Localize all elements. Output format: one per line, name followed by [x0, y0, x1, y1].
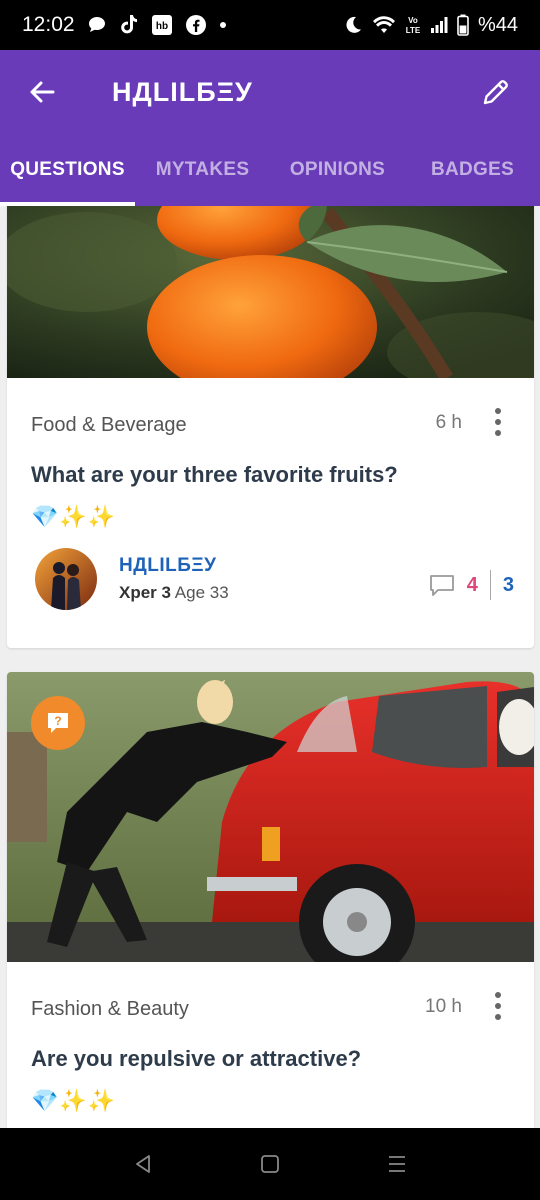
- questions-feed[interactable]: Food & Beverage 6 h What are your three …: [0, 206, 540, 1128]
- author-age: Age 33: [174, 583, 229, 602]
- question-image-oranges[interactable]: [7, 206, 534, 378]
- author-info: НДLІLБΞУ Xper 3 Age 33: [119, 555, 229, 603]
- question-card[interactable]: ? Fashion & Beauty 10 h Are you repulsiv…: [7, 672, 534, 1128]
- arrow-back-icon: [30, 81, 55, 103]
- tab-opinions[interactable]: OPINIONS: [270, 134, 405, 206]
- author-name[interactable]: НДLІLБΞУ: [119, 555, 229, 577]
- question-time: 6 h: [435, 412, 462, 433]
- nav-home-button[interactable]: [240, 1134, 300, 1194]
- tiktok-icon: [119, 14, 139, 36]
- question-badge-mark: ?: [54, 714, 61, 728]
- car-photo-illustration: [7, 672, 534, 962]
- tab-badges[interactable]: BADGES: [405, 134, 540, 206]
- do-not-disturb-moon-icon: [343, 15, 363, 35]
- battery-percent: %44: [477, 13, 518, 36]
- system-icons: Vo LTE %44: [343, 14, 518, 37]
- comment-icon: [429, 575, 454, 596]
- toolbar: НДLІLБΞУ: [0, 50, 540, 134]
- back-button[interactable]: [22, 72, 62, 112]
- opinion-count: 3: [502, 573, 514, 596]
- tab-mytakes[interactable]: MYTAKES: [135, 134, 270, 206]
- hb-app-icon: hb: [151, 14, 173, 36]
- wifi-icon: [372, 15, 396, 35]
- question-emoji: 💎✨✨: [31, 504, 117, 529]
- status-bar: 12:02 hb Vo LTE %44: [0, 0, 540, 50]
- question-bubble-icon: ?: [48, 713, 68, 733]
- svg-text:hb: hb: [155, 21, 167, 32]
- pencil-icon: [483, 80, 508, 105]
- status-time: 12:02: [22, 13, 75, 36]
- battery-icon: [457, 14, 469, 36]
- question-time: 10 h: [425, 996, 462, 1017]
- more-notifications-dot-icon: [219, 21, 227, 29]
- question-category[interactable]: Food & Beverage: [31, 414, 187, 437]
- question-card-body: Fashion & Beauty 10 h Are you repulsive …: [7, 962, 534, 1128]
- question-emoji: 💎✨✨: [31, 1088, 117, 1113]
- nav-recents-button[interactable]: [367, 1134, 427, 1194]
- author-xper: Xper 3: [119, 583, 171, 602]
- question-title[interactable]: What are your three favorite fruits?: [31, 462, 398, 488]
- facebook-icon: [185, 14, 207, 36]
- question-card-body: Food & Beverage 6 h What are your three …: [7, 378, 534, 648]
- signal-icon: [430, 16, 448, 34]
- comment-count: 4: [466, 573, 478, 596]
- nav-back-button[interactable]: [113, 1134, 173, 1194]
- profile-title: НДLІLБΞУ: [112, 76, 253, 107]
- triangle-back-icon: [136, 1155, 151, 1173]
- svg-text:Vo: Vo: [408, 16, 418, 25]
- volte-icon: Vo LTE: [405, 14, 421, 36]
- system-navigation-bar: [0, 1128, 540, 1200]
- profile-tabs: QUESTIONS MYTAKES OPINIONS BADGES: [0, 134, 540, 206]
- menu-lines-icon: [388, 1156, 405, 1172]
- edit-button[interactable]: [474, 70, 518, 114]
- question-card[interactable]: Food & Beverage 6 h What are your three …: [7, 206, 534, 648]
- question-stats[interactable]: 4 3: [429, 570, 514, 600]
- author-meta: Xper 3 Age 33: [119, 583, 229, 603]
- square-home-icon: [261, 1155, 279, 1173]
- svg-text:LTE: LTE: [406, 26, 421, 35]
- question-badge: ?: [31, 696, 85, 750]
- oranges-illustration: [7, 206, 534, 378]
- avatar[interactable]: [35, 548, 97, 610]
- more-options-button[interactable]: [486, 402, 510, 442]
- question-title[interactable]: Are you repulsive or attractive?: [31, 1046, 361, 1072]
- app-bar: НДLІLБΞУ QUESTIONS MYTAKES OPINIONS BADG…: [0, 50, 540, 206]
- tab-questions[interactable]: QUESTIONS: [0, 134, 135, 206]
- question-image-car[interactable]: ?: [7, 672, 534, 962]
- author-row[interactable]: НДLІLБΞУ Xper 3 Age 33: [35, 548, 229, 610]
- more-options-button[interactable]: [486, 986, 510, 1026]
- stats-divider: [489, 570, 491, 600]
- avatar-image: [35, 548, 97, 610]
- notification-icons: hb: [87, 14, 227, 36]
- chat-bubble-icon: [87, 15, 107, 35]
- question-category[interactable]: Fashion & Beauty: [31, 998, 189, 1021]
